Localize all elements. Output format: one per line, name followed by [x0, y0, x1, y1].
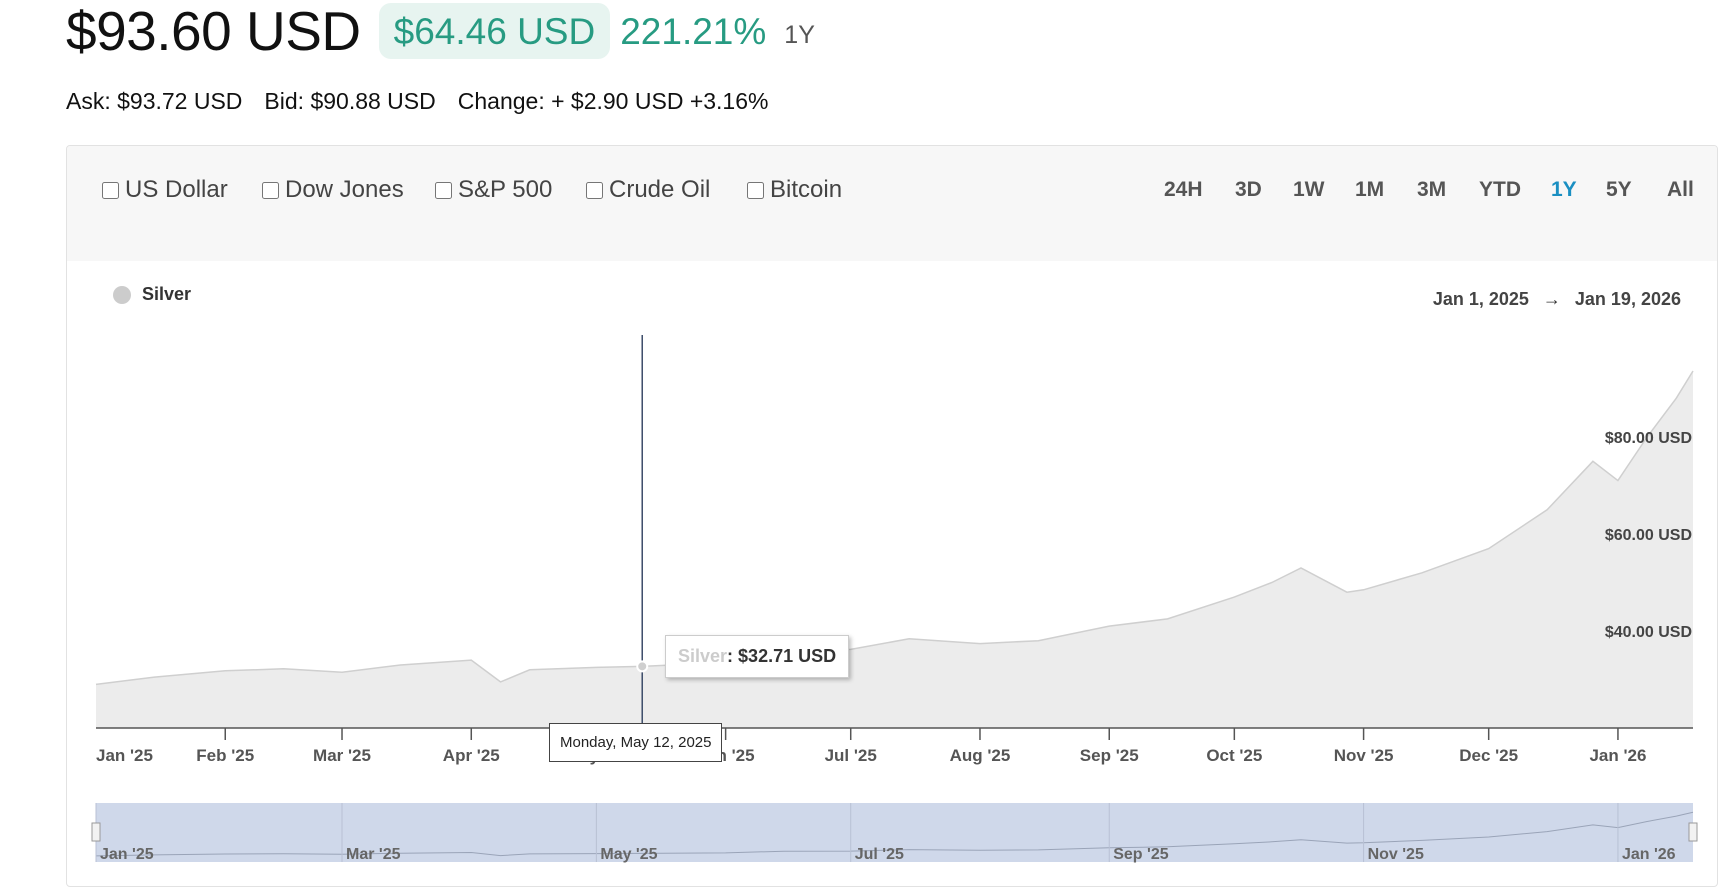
bid-price: Bid: $90.88 USD [264, 88, 436, 114]
x-tick-label: Feb '25 [196, 746, 254, 765]
x-tick-label: Jan '25 [96, 746, 153, 765]
navigator-tick-label: Sep '25 [1113, 846, 1168, 863]
change-amount-badge: $64.46 USD [378, 3, 611, 59]
x-tick-label: Aug '25 [950, 746, 1011, 765]
quote-row: Ask: $93.72 USD Bid: $90.88 USD Change: … [66, 88, 768, 115]
x-tick-label: Sep '25 [1080, 746, 1139, 765]
crosshair-date-label: Monday, May 12, 2025 [549, 723, 723, 762]
x-tick-label: Jul '25 [825, 746, 877, 765]
change-percent: 221.21% [620, 10, 767, 52]
tooltip-series: Silver [678, 646, 728, 666]
navigator-tick-label: Jan '26 [1622, 846, 1676, 863]
navigator-tick-label: Jul '25 [855, 846, 904, 863]
navigator-tick-label: Nov '25 [1368, 846, 1424, 863]
tooltip-value: : $32.71 USD [727, 646, 837, 666]
y-tick-label: $80.00 USD [1605, 430, 1692, 447]
price-header: $93.60 USD $64.46 USD 221.21% 1Y [66, 0, 815, 62]
change-period: 1Y [784, 20, 815, 49]
ask-price: Ask: $93.72 USD [66, 88, 243, 114]
x-tick-label: Mar '25 [313, 746, 371, 765]
price-chart[interactable]: $40.00 USD $60.00 USD $80.00 USD Jan '25 Feb… [67, 146, 1717, 886]
x-tick-label: Apr '25 [443, 746, 500, 765]
y-tick-label: $40.00 USD [1605, 624, 1692, 641]
navigator[interactable]: Jan '25 Mar '25 May '25 Jul '25 Sep '25 Nov '… [91, 803, 1698, 863]
y-tick-label: $60.00 USD [1605, 527, 1692, 544]
highlight-point [636, 660, 649, 673]
navigator-right-handle[interactable] [1688, 822, 1698, 842]
chart-tooltip: Silver: $32.71 USD [665, 635, 850, 678]
chart-panel: US Dollar Dow Jones S&P 500 Crude Oil Bi… [66, 145, 1718, 887]
x-tick-label: Dec '25 [1459, 746, 1518, 765]
silver-area [96, 371, 1693, 728]
navigator-left-handle[interactable] [91, 822, 101, 842]
x-tick-label: Oct '25 [1206, 746, 1262, 765]
daily-change: Change: + $2.90 USD +3.16% [457, 88, 769, 114]
x-tick-label: Nov '25 [1334, 746, 1394, 765]
x-tick-label: Jan '26 [1589, 746, 1646, 765]
navigator-tick-label: May '25 [600, 846, 657, 863]
navigator-tick-label: Jan '25 [100, 846, 154, 863]
current-price: $93.60 USD [66, 0, 361, 62]
navigator-tick-label: Mar '25 [346, 846, 401, 863]
